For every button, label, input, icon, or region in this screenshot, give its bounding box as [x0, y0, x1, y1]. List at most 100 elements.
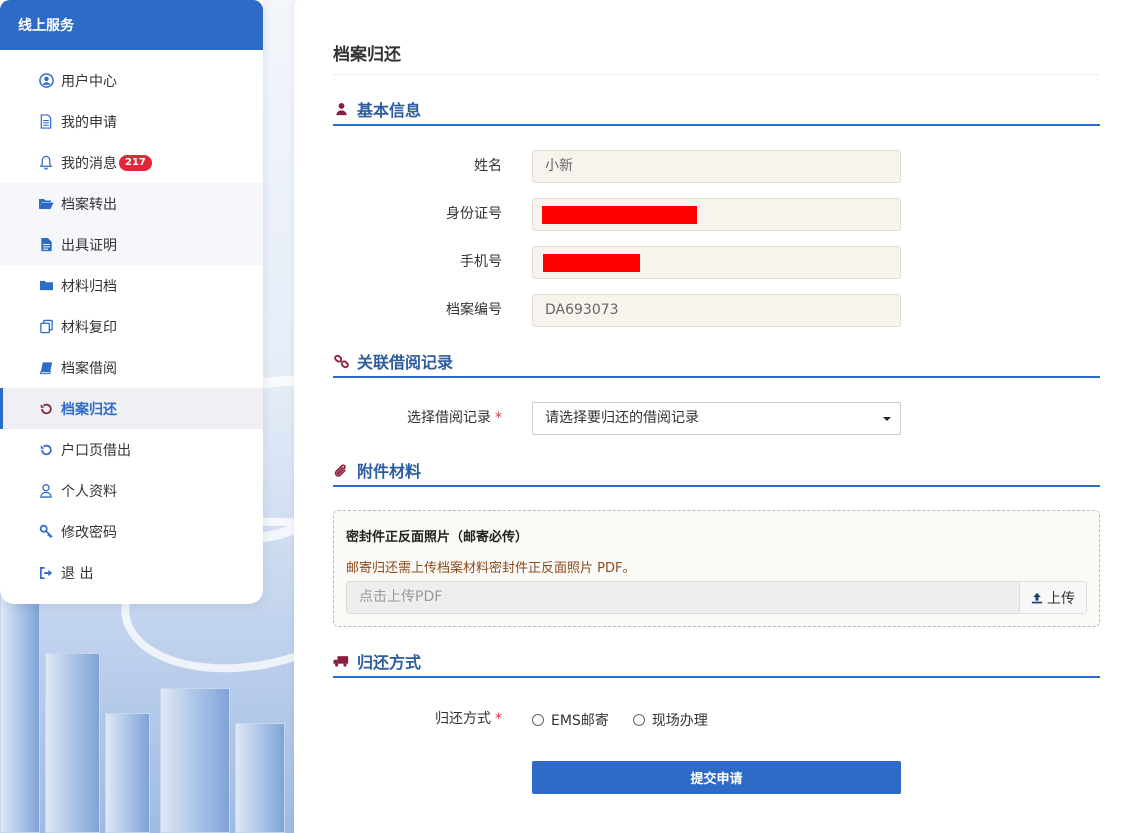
borrow-select-label: 选择借阅记录 *	[407, 402, 502, 435]
sidebar-item-label: 个人资料	[61, 483, 117, 500]
paperclip-icon	[333, 462, 349, 478]
background-building	[45, 653, 100, 833]
radio-ems-mail[interactable]: EMS邮寄	[532, 710, 609, 730]
submit-button[interactable]: 提交申请	[532, 761, 901, 794]
sidebar-item-label: 户口页借出	[61, 442, 131, 459]
user-icon	[38, 483, 54, 499]
id-number-label: 身份证号	[446, 206, 502, 222]
section-title: 归还方式	[357, 653, 422, 672]
sidebar-item-label: 出具证明	[61, 237, 117, 254]
undo-icon	[38, 442, 54, 458]
sidebar-item-label: 材料复印	[61, 319, 117, 336]
select-value: 请选择要归还的借阅记录	[545, 410, 699, 426]
return-method-header: 归还方式	[333, 646, 1100, 678]
sidebar-item-label: 档案归还	[61, 401, 117, 418]
sidebar-item-archive-return[interactable]: 档案归还	[0, 388, 263, 429]
sidebar-item-label: 我的申请	[61, 114, 117, 131]
borrow-record-section: 关联借阅记录	[333, 346, 1100, 378]
sidebar-item-issue-certificate[interactable]: 出具证明	[0, 224, 263, 265]
basic-info-header: 基本信息	[333, 94, 1100, 126]
sidebar: 线上服务 用户中心 我的申请 我的消息 217 档案转出 出具证明 材料归档 材…	[0, 0, 263, 604]
title-divider	[333, 74, 1100, 75]
truck-icon	[333, 653, 349, 669]
sidebar-item-label: 档案借阅	[61, 360, 117, 377]
sidebar-item-logout[interactable]: 退 出	[0, 552, 263, 593]
link-icon	[333, 353, 349, 369]
sidebar-item-profile[interactable]: 个人资料	[0, 470, 263, 511]
radio-label: 现场办理	[651, 712, 708, 729]
file-text-icon	[38, 237, 54, 253]
undo-icon	[38, 401, 54, 417]
folder-open-icon	[38, 196, 54, 212]
sidebar-item-household-borrow[interactable]: 户口页借出	[0, 429, 263, 470]
radio-circle[interactable]	[532, 713, 544, 726]
upload-button[interactable]: 上传	[1019, 582, 1086, 613]
folder-icon	[38, 278, 54, 294]
redaction-bar	[543, 254, 640, 272]
upload-hint: 邮寄归还需上传档案材料密封件正反面照片 PDF。	[346, 561, 636, 576]
sidebar-item-material-archive[interactable]: 材料归档	[0, 265, 263, 306]
sidebar-item-my-messages[interactable]: 我的消息 217	[0, 142, 263, 183]
upload-icon	[1031, 592, 1043, 604]
phone-field[interactable]	[532, 246, 901, 279]
borrow-record-header: 关联借阅记录	[333, 346, 1100, 378]
upload-box: 密封件正反面照片（邮寄必传） 邮寄归还需上传档案材料密封件正反面照片 PDF。 …	[333, 510, 1100, 627]
section-title: 基本信息	[357, 101, 422, 120]
required-mark: *	[495, 410, 502, 426]
section-title: 关联借阅记录	[357, 353, 454, 372]
book-icon	[38, 360, 54, 376]
sidebar-item-label: 退 出	[61, 565, 94, 582]
return-method-section: 归还方式	[333, 646, 1100, 678]
sidebar-item-my-applications[interactable]: 我的申请	[0, 101, 263, 142]
sidebar-item-label: 档案转出	[61, 196, 117, 213]
sidebar-item-label: 我的消息	[61, 155, 117, 172]
upload-title: 密封件正反面照片（邮寄必传）	[346, 530, 529, 545]
name-label: 姓名	[474, 158, 502, 174]
archive-number-field[interactable]: DA693073	[532, 294, 901, 327]
key-icon	[38, 524, 54, 540]
return-method-radio-group: EMS邮寄 现场办理	[532, 703, 732, 736]
sidebar-item-label: 修改密码	[61, 524, 117, 541]
sidebar-item-archive-transfer[interactable]: 档案转出	[0, 183, 263, 224]
background-building	[235, 723, 285, 833]
borrow-select-label-text: 选择借阅记录	[407, 410, 491, 426]
sidebar-item-archive-borrow[interactable]: 档案借阅	[0, 347, 263, 388]
sign-out-icon	[38, 565, 54, 581]
background-building	[160, 688, 230, 833]
page-title: 档案归还	[333, 45, 401, 65]
sidebar-menu: 用户中心 我的申请 我的消息 217 档案转出 出具证明 材料归档 材料复印 档…	[0, 50, 263, 593]
copy-icon	[38, 319, 54, 335]
sidebar-title: 线上服务	[0, 0, 263, 50]
sidebar-item-material-copy[interactable]: 材料复印	[0, 306, 263, 347]
name-field[interactable]: 小新	[532, 150, 901, 183]
section-title: 附件材料	[357, 462, 422, 481]
radio-label: EMS邮寄	[551, 712, 609, 729]
pdf-upload-field[interactable]: 点击上传PDF 上传	[346, 581, 1087, 614]
upload-placeholder[interactable]: 点击上传PDF	[347, 582, 1019, 613]
redaction-bar	[542, 206, 697, 224]
basic-info-section: 基本信息	[333, 94, 1100, 126]
radio-circle[interactable]	[632, 713, 645, 726]
return-method-label: 归还方式 *	[435, 703, 502, 736]
attachments-header: 附件材料	[333, 455, 1100, 487]
caret-down-icon	[883, 417, 891, 421]
sidebar-item-user-center[interactable]: 用户中心	[0, 60, 263, 101]
attachments-section: 附件材料	[333, 455, 1100, 487]
upload-button-label: 上传	[1047, 590, 1075, 607]
phone-label: 手机号	[460, 254, 502, 270]
borrow-record-select[interactable]: 请选择要归还的借阅记录	[532, 402, 901, 435]
id-number-field[interactable]	[532, 198, 901, 231]
required-mark: *	[495, 711, 502, 727]
sidebar-item-change-password[interactable]: 修改密码	[0, 511, 263, 552]
user-circle-icon	[38, 73, 54, 89]
message-count-badge: 217	[119, 154, 152, 171]
background-building	[105, 713, 150, 833]
background-building	[0, 593, 40, 833]
user-icon	[333, 101, 349, 117]
return-method-label-text: 归还方式	[435, 711, 491, 727]
main-panel: 档案归还 基本信息 姓名 小新 身份证号 手机号 档案编号 DA693073 关…	[294, 0, 1140, 833]
radio-on-site[interactable]: 现场办理	[632, 710, 708, 730]
bell-icon	[38, 155, 54, 171]
sidebar-item-label: 用户中心	[61, 73, 117, 90]
archive-number-label: 档案编号	[446, 302, 502, 318]
